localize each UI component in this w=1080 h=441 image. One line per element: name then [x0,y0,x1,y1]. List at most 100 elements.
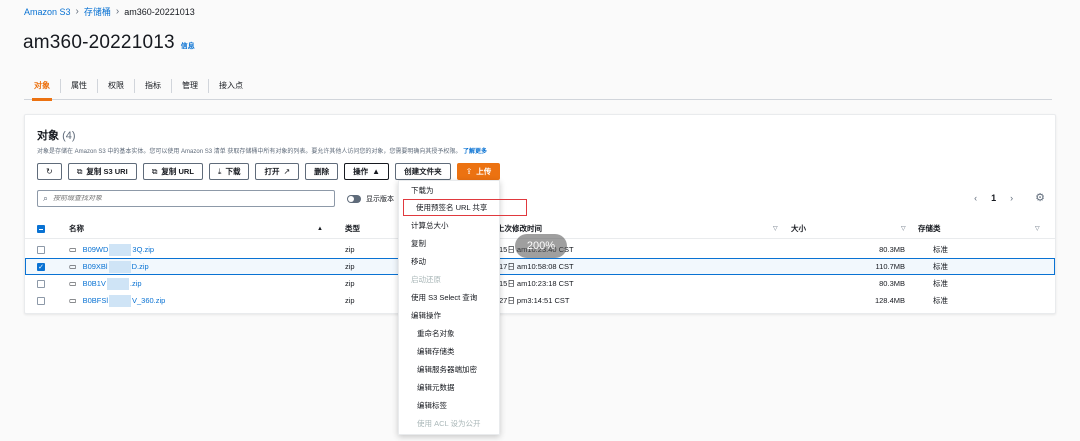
zoom-indicator: 200% [515,234,567,258]
learn-more-link[interactable]: 了解更多 [463,149,487,155]
menu-item-copy[interactable]: 复制 [399,235,499,252]
header-size[interactable]: 大小 [791,219,806,238]
tab-management[interactable]: 管理 [172,78,209,93]
object-name-part: V_360.zip [132,295,166,305]
tab-access-points[interactable]: 接入点 [209,79,253,93]
header-name[interactable]: 名称 [69,219,84,238]
row-checkbox[interactable] [37,279,45,288]
object-name-link[interactable]: B0BFSl V_360.zip [83,294,166,307]
object-type: zip [345,279,355,288]
menu-item-download-as[interactable]: 下载为 [399,182,499,199]
table-row[interactable]: ▭ B0BFSl V_360.zip zip 27日 pm3:14:51 CST 1… [25,292,1055,309]
tab-properties[interactable]: 属性 [61,78,98,93]
row-checkbox[interactable]: ✓ [37,262,45,271]
create-folder-button[interactable]: 创建文件夹 [395,163,451,180]
upload-button[interactable]: ⇪ 上传 [456,163,501,180]
open-label: 打开 [264,167,280,176]
search-input[interactable] [53,195,314,202]
file-icon: ▭ [69,296,77,305]
toggle-switch[interactable] [347,195,361,203]
info-link[interactable]: 信息 [181,41,195,51]
external-link-icon: ↗ [283,167,291,176]
objects-panel: 对象 (4) 对象是存储在 Amazon S3 中的基本实体。您可以使用 Ama… [24,114,1056,314]
download-icon: ⤓ [217,166,222,176]
menu-section-edit-actions: 编辑操作 [411,311,441,320]
object-name-link[interactable]: B09WD 3Q.zip [83,243,155,256]
menu-item-s3-select[interactable]: 使用 S3 Select 查询 [399,289,499,306]
file-icon: ▭ [69,279,77,288]
menu-item-edit-metadata[interactable]: 编辑元数据 [399,379,499,396]
sort-name-icon[interactable]: ▲ [317,219,323,238]
object-name-part: .zip [129,278,142,288]
caret-up-icon: ▲ [372,167,381,176]
page-title-wrap: am360-20221013 信息 [23,32,195,54]
actions-menu: 下载为 使用预签名 URL 共享 计算总大小 复制 移动 启动还原 使用 S3 … [398,180,527,435]
actions-label: 操作 [353,167,369,176]
next-page-icon[interactable]: › [1010,193,1013,203]
prev-page-icon[interactable]: ‹ [974,193,977,203]
objects-description: 对象是存储在 Amazon S3 中的基本实体。您可以使用 Amazon S3 … [37,146,487,155]
actions-dropdown[interactable]: 操作 ▲ [344,163,390,180]
object-size: 110.7MB [875,262,905,271]
object-storage-class: 标准 [933,279,948,288]
refresh-button[interactable]: ↻ [37,163,62,180]
header-name-label: 名称 [69,224,84,233]
copy-icon: ⧉ [76,166,83,176]
object-storage-class: 标准 [933,262,948,271]
object-modified: 17日 am10:58:08 CST [499,262,574,271]
copy-url-button[interactable]: ⧉ 复制 URL [142,163,203,180]
select-all-checkbox[interactable] [37,224,45,233]
object-modified: 15日 am10:23:18 CST [499,279,574,288]
menu-item-edit-tags[interactable]: 编辑标签 [399,397,499,414]
row-checkbox[interactable] [37,296,45,305]
tab-permissions[interactable]: 权限 [98,78,135,93]
search-icon: ⌕ [43,193,49,203]
copy-url-label: 复制 URL [161,167,194,176]
object-name-part: 3Q.zip [132,244,155,254]
show-versions-toggle[interactable]: 显示版本 [347,194,394,204]
breadcrumb-amazon-s3[interactable]: Amazon S3 [24,7,71,17]
breadcrumb-buckets[interactable]: 存储桶 [84,5,111,18]
breadcrumb-current: am360-20221013 [124,6,195,17]
table-row[interactable]: ▭ B0B1V .zip zip 15日 am10:23:18 CST 80.3MB… [25,275,1055,292]
gear-icon[interactable]: ⚙ [1035,191,1045,204]
download-button[interactable]: ⤓ 下载 [208,163,250,180]
object-storage-class: 标准 [933,245,948,254]
sort-size-icon[interactable]: ▽ [901,219,906,238]
menu-item-rename-object[interactable]: 重命名对象 [399,325,499,342]
header-storage[interactable]: 存储类 [918,219,941,238]
sort-storage-icon[interactable]: ▽ [1035,219,1040,238]
objects-description-text: 对象是存储在 Amazon S3 中的基本实体。您可以使用 Amazon S3 … [37,149,462,155]
header-type[interactable]: 类型 [345,219,360,238]
open-button[interactable]: 打开 ↗ [255,163,300,180]
menu-item-edit-storage-class[interactable]: 编辑存储类 [399,343,499,360]
copy-s3-uri-button[interactable]: ⧉ 复制 S3 URI [67,163,137,180]
menu-item-edit-encryption[interactable]: 编辑服务器端加密 [399,361,499,378]
create-folder-label: 创建文件夹 [404,167,442,176]
menu-item-share-presigned-url[interactable]: 使用预签名 URL 共享 [403,199,527,216]
page-title: am360-20221013 [23,32,175,53]
copy-s3-uri-label: 复制 S3 URI [86,167,128,176]
tab-objects[interactable]: 对象 [24,78,61,101]
delete-button[interactable]: 删除 [305,163,339,180]
upload-icon: ⇪ [465,167,473,176]
upload-label: 上传 [476,167,492,176]
sort-modified-icon[interactable]: ▽ [773,219,778,238]
search-box[interactable]: ⌕ [37,190,335,207]
tab-bar: 对象 属性 权限 指标 管理 接入点 [24,72,1052,101]
object-name-part: B0B1V [82,278,106,288]
objects-count: (4) [62,130,76,142]
current-page[interactable]: 1 [991,193,996,203]
tab-metrics[interactable]: 指标 [135,78,172,93]
breadcrumb: Amazon S3 › 存储桶 › am360-20221013 [24,5,195,18]
object-size: 80.3MB [879,245,905,254]
object-name-link[interactable]: B09XBl D.zip [83,260,149,273]
menu-item-move[interactable]: 移动 [399,253,499,270]
redaction-blur [109,243,132,256]
table-row[interactable]: ✓ ▭ B09XBl D.zip zip 17日 am10:58:08 CST 11… [25,258,1055,275]
menu-item-calculate-total-size[interactable]: 计算总大小 [399,217,499,234]
object-type: zip [345,296,355,305]
object-name-link[interactable]: B0B1V .zip [82,277,142,290]
copy-icon: ⧉ [151,166,158,176]
row-checkbox[interactable] [37,245,45,254]
